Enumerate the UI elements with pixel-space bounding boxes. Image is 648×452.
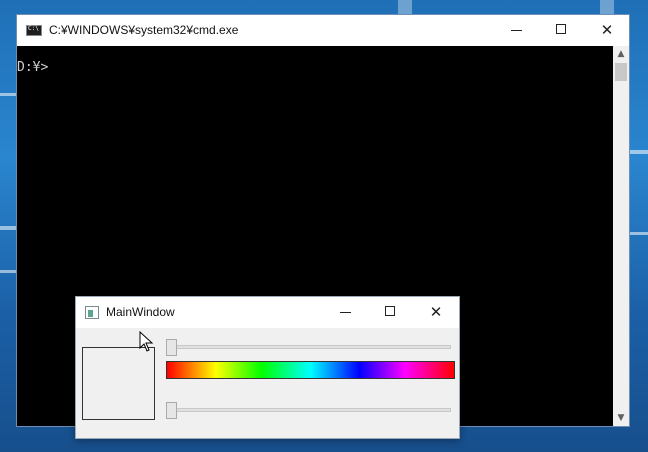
main-window-titlebar[interactable]: MainWindow ✕ <box>76 297 459 328</box>
main-window-maximize-button[interactable] <box>368 297 414 327</box>
slider-thumb[interactable] <box>166 402 177 419</box>
maximize-icon <box>385 306 395 316</box>
app-window-icon <box>85 306 99 319</box>
main-window-title: MainWindow <box>106 305 175 319</box>
cmd-window-title: C:¥WINDOWS¥system32¥cmd.exe <box>49 23 239 37</box>
main-window-close-button[interactable]: ✕ <box>413 297 459 327</box>
scrollbar-thumb[interactable] <box>615 63 627 81</box>
cmd-maximize-button[interactable] <box>539 15 585 45</box>
cmd-close-button[interactable]: ✕ <box>584 15 630 45</box>
hue-slider[interactable] <box>166 339 451 356</box>
slider-track <box>166 408 451 412</box>
color-preview-swatch <box>82 347 155 420</box>
close-icon: ✕ <box>429 303 443 321</box>
desktop-light-streak <box>600 0 614 14</box>
cmd-minimize-button[interactable] <box>494 15 540 45</box>
console-scrollbar[interactable]: ▲ ▼ <box>613 46 629 426</box>
close-icon: ✕ <box>600 21 614 39</box>
cmd-titlebar[interactable]: C:¥WINDOWS¥system32¥cmd.exe ✕ <box>17 15 629 46</box>
minimize-icon <box>511 30 522 31</box>
slider-thumb[interactable] <box>166 339 177 356</box>
command-prompt: D:¥> <box>17 60 49 75</box>
value-slider[interactable] <box>166 402 451 419</box>
hue-spectrum-bar <box>166 361 455 379</box>
maximize-icon <box>556 24 566 34</box>
desktop-light-streak <box>628 150 648 154</box>
slider-track <box>166 345 451 349</box>
chevron-down-icon[interactable]: ▼ <box>613 410 629 426</box>
mouse-pointer-icon <box>139 331 154 352</box>
console-icon <box>26 25 42 36</box>
chevron-up-icon[interactable]: ▲ <box>613 46 629 62</box>
main-window-minimize-button[interactable] <box>323 297 369 327</box>
minimize-icon <box>340 312 351 313</box>
desktop-light-streak <box>398 0 412 14</box>
desktop-light-streak <box>628 232 648 235</box>
main-window: MainWindow ✕ <box>75 296 460 439</box>
